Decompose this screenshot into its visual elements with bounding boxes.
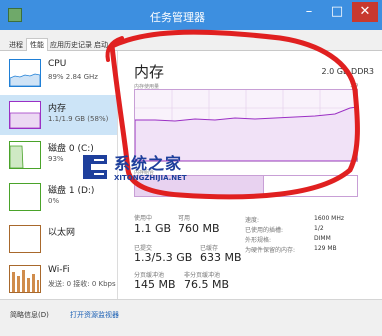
title-bar: 任务管理器 – □ ✕ [0,0,382,30]
tab-processes[interactable]: 进程 [6,39,26,51]
sidebar-item-name: 以太网 [48,228,76,238]
form-factor-value: DIMM [314,235,331,242]
tab-app-history[interactable]: 应用历史记录 [47,39,95,51]
slots-label: 已使用的插槽: [245,227,284,234]
maximize-button[interactable]: □ [324,2,350,22]
memory-capacity: 2.0 GB DDR3 [321,67,374,76]
minimize-button[interactable]: – [296,2,322,22]
task-manager-icon [8,8,22,22]
tab-startup[interactable]: 启动 [91,39,111,51]
slots-value: 1/2 [314,225,324,232]
tab-bar: 进程 性能 应用历史记录 启动 [0,30,382,52]
reserved-value: 129 MB [314,245,337,252]
sidebar-item-wifi[interactable]: Wi-Fi 发送: 0 接收: 0 Kbps [0,259,117,299]
sidebar-item-detail: 发送: 0 接收: 0 Kbps [48,280,116,288]
less-details-button[interactable]: 简略信息(D) [10,310,49,320]
memory-thumbnail [9,101,41,129]
nonpaged-pool-value: 76.5 MB [184,278,230,291]
available-value: 760 MB [178,222,220,235]
speed-label: 速度: [245,217,260,224]
sidebar-item-name: Wi-Fi [48,265,70,275]
open-resource-monitor-link[interactable]: 打开资源监视器 [70,310,119,320]
paged-pool-value: 145 MB [134,278,176,291]
cpu-thumbnail [9,59,41,87]
window-controls: – □ ✕ [294,2,378,22]
sidebar-item-detail: 0% [48,197,60,205]
disk-d-thumbnail [9,183,41,211]
tab-performance[interactable]: 性能 [26,38,48,52]
form-factor-label: 外形规格: [245,237,272,244]
sidebar-item-memory[interactable]: 内存 1.1/1.9 GB (58%) [0,95,117,135]
close-button[interactable]: ✕ [352,2,378,22]
footer: 简略信息(D) 打开资源监视器 [0,299,382,336]
watermark: 系统之家 XITONGZHIJIA.NET [76,148,226,192]
cached-value: 633 MB [200,251,242,264]
sidebar-item-name: 内存 [48,104,67,114]
watermark-name: 系统之家 [114,154,183,173]
reserved-label: 为硬件保留的内存: [245,247,296,254]
sidebar-item-detail: 93% [48,155,64,163]
speed-value: 1600 MHz [314,215,345,222]
window-title: 任务管理器 [150,11,205,24]
sidebar-item-detail: 1.1/1.9 GB (58%) [48,115,109,123]
watermark-logo-icon [83,155,107,179]
wifi-thumbnail [9,265,41,293]
memory-heading: 内存 [134,63,165,81]
watermark-url: XITONGZHIJIA.NET [114,174,187,182]
committed-value: 1.3/5.3 GB [134,251,193,264]
disk-c-thumbnail [9,141,41,169]
graph-min-label: 0 [354,157,358,163]
in-use-label: 使用中 [134,215,153,222]
sidebar-item-detail: 89% 2.84 GHz [48,73,98,81]
in-use-value: 1.1 GB [134,222,172,235]
sidebar-item-cpu[interactable]: CPU 89% 2.84 GHz [0,53,117,93]
sidebar-item-ethernet[interactable]: 以太网 [0,219,117,259]
sidebar-item-name: CPU [48,59,67,69]
ethernet-thumbnail [9,225,41,253]
available-label: 可用 [178,215,191,222]
